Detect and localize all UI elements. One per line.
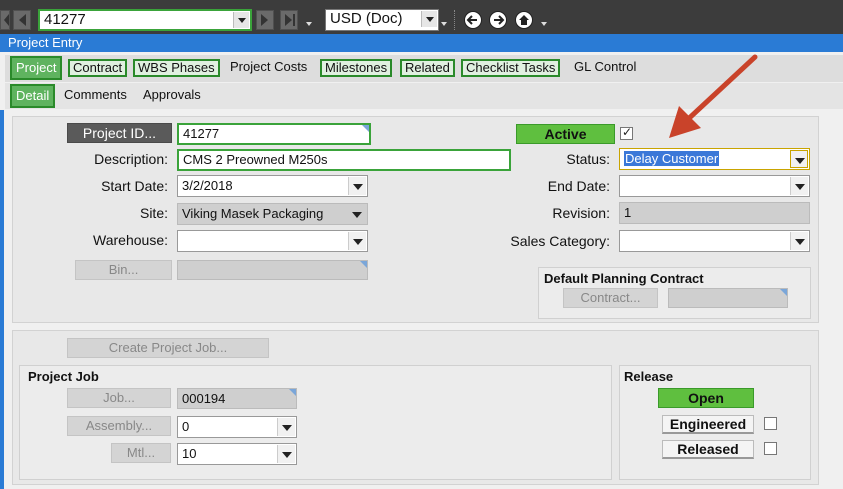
active-status-badge: Active <box>516 124 615 144</box>
site-select[interactable]: Viking Masek Packaging <box>177 203 368 225</box>
navigation-toolbar: 41277 USD (Doc) <box>0 0 843 34</box>
end-date-input[interactable] <box>619 175 810 197</box>
open-status-badge: Open <box>658 388 754 408</box>
active-checkbox[interactable] <box>620 125 633 140</box>
job-value: 000194 <box>182 391 226 406</box>
required-corner-marker <box>362 125 369 132</box>
chevron-down-icon[interactable] <box>348 232 366 250</box>
bin-input[interactable] <box>177 260 368 280</box>
previous-record-button[interactable] <box>13 10 31 30</box>
required-corner-marker <box>360 261 367 268</box>
description-value: CMS 2 Preowned M250s <box>183 152 328 167</box>
navigation-menu-caret-icon[interactable] <box>305 22 313 28</box>
description-input[interactable]: CMS 2 Preowned M250s <box>177 149 511 171</box>
project-job-title: Project Job <box>28 369 99 384</box>
job-input[interactable]: 000194 <box>177 388 297 409</box>
chevron-down-icon[interactable] <box>277 418 295 436</box>
required-corner-marker <box>780 289 787 296</box>
start-date-label: Start Date: <box>101 178 168 194</box>
revision-value: 1 <box>624 205 632 220</box>
chevron-down-icon[interactable] <box>790 150 808 168</box>
released-label: Released <box>662 440 754 459</box>
assembly-select[interactable]: 0 <box>177 416 297 438</box>
chevron-down-icon[interactable] <box>421 11 437 27</box>
record-value: 41277 <box>44 11 86 28</box>
previous-arrow-icon <box>19 14 26 26</box>
revision-input: 1 <box>619 202 810 224</box>
site-label: Site: <box>139 205 168 221</box>
released-checkbox[interactable] <box>764 442 777 455</box>
chevron-down-icon[interactable] <box>790 232 808 250</box>
last-arrow-icon <box>285 14 295 26</box>
site-value: Viking Masek Packaging <box>182 206 324 221</box>
engineered-label: Engineered <box>662 415 754 434</box>
forward-arrow-icon <box>494 15 505 25</box>
mtl-select[interactable]: 10 <box>177 443 297 465</box>
tab-detail[interactable]: Detail <box>10 84 56 108</box>
chevron-down-icon[interactable] <box>348 205 366 223</box>
status-label: Status: <box>566 151 610 167</box>
window-title: Project Entry <box>0 34 843 52</box>
job-button[interactable]: Job... <box>67 388 171 408</box>
sales-category-select[interactable] <box>619 230 810 252</box>
warehouse-select[interactable] <box>177 230 368 252</box>
chevron-down-icon[interactable] <box>348 177 366 195</box>
annotation-arrow-icon <box>669 54 758 138</box>
first-arrow-icon <box>4 14 9 26</box>
revision-label: Revision: <box>552 205 610 221</box>
currency-menu-caret-icon[interactable] <box>440 22 448 28</box>
contract-input[interactable] <box>668 288 788 308</box>
home-icon <box>519 15 529 25</box>
home-menu-caret-icon[interactable] <box>540 22 548 28</box>
chevron-down-icon[interactable] <box>790 177 808 195</box>
default-planning-contract-title: Default Planning Contract <box>544 271 704 286</box>
status-value: Delay Customer <box>624 151 720 166</box>
chevron-down-icon[interactable] <box>233 12 249 28</box>
start-date-input[interactable]: 3/2/2018 <box>177 175 368 197</box>
currency-select[interactable]: USD (Doc) <box>325 9 439 31</box>
last-record-button[interactable] <box>280 10 298 30</box>
assembly-value: 0 <box>182 419 190 434</box>
tab-gl-control[interactable]: GL Control <box>571 59 639 77</box>
next-arrow-icon <box>261 14 268 26</box>
next-record-button[interactable] <box>256 10 274 30</box>
mtl-value: 10 <box>182 446 197 461</box>
forward-button[interactable] <box>489 11 507 29</box>
tab-wbs-phases[interactable]: WBS Phases <box>133 59 220 77</box>
assembly-button[interactable]: Assembly... <box>67 416 171 436</box>
home-button[interactable] <box>515 11 533 29</box>
project-id-button[interactable]: Project ID... <box>67 123 172 143</box>
warehouse-label: Warehouse: <box>93 232 168 248</box>
tab-contract[interactable]: Contract <box>68 59 128 77</box>
chevron-down-icon[interactable] <box>277 445 295 463</box>
default-planning-contract-group: Default Planning Contract Contract... <box>538 267 811 319</box>
record-search-input[interactable]: 41277 <box>38 9 252 31</box>
end-date-label: End Date: <box>547 178 610 194</box>
currency-value: USD (Doc) <box>330 10 403 27</box>
back-arrow-icon <box>466 15 477 25</box>
tab-related[interactable]: Related <box>400 59 455 77</box>
first-record-button[interactable] <box>0 10 10 30</box>
start-date-value: 3/2/2018 <box>182 178 233 193</box>
tab-checklist-tasks[interactable]: Checklist Tasks <box>461 59 561 77</box>
description-label: Description: <box>94 151 168 167</box>
release-title: Release <box>624 369 674 384</box>
create-project-job-button[interactable]: Create Project Job... <box>67 338 269 358</box>
tab-approvals[interactable]: Approvals <box>140 87 204 105</box>
back-button[interactable] <box>464 11 482 29</box>
project-id-value: 41277 <box>183 126 220 141</box>
left-edge-accent <box>0 110 4 489</box>
mtl-button[interactable]: Mtl... <box>111 443 171 463</box>
tab-project-costs[interactable]: Project Costs <box>227 59 310 77</box>
tab-comments[interactable]: Comments <box>61 87 130 105</box>
sales-category-label: Sales Category: <box>510 233 610 249</box>
bin-button[interactable]: Bin... <box>75 260 172 280</box>
tab-milestones[interactable]: Milestones <box>320 59 393 77</box>
project-id-input[interactable]: 41277 <box>177 123 371 145</box>
contract-button[interactable]: Contract... <box>563 288 658 308</box>
required-corner-marker <box>289 389 296 396</box>
tab-project[interactable]: Project <box>10 56 63 80</box>
toolbar-divider <box>454 10 455 30</box>
engineered-checkbox[interactable] <box>764 417 777 430</box>
